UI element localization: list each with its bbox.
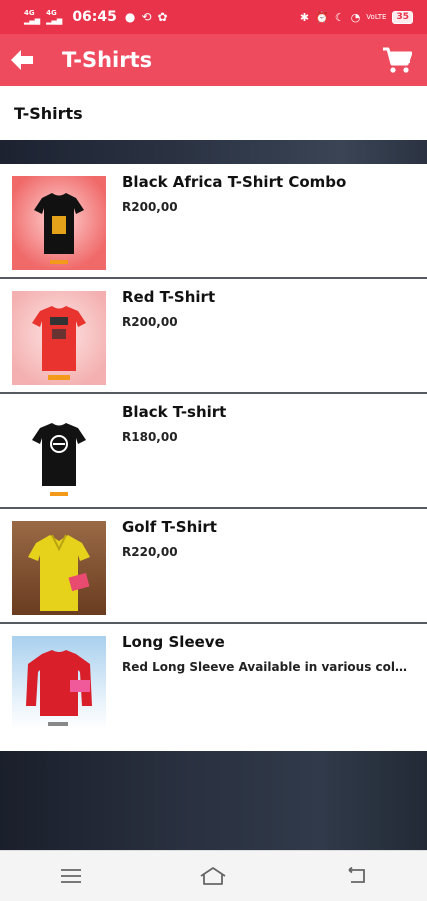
back-nav-button[interactable] bbox=[326, 851, 386, 901]
product-name: Golf T-Shirt bbox=[122, 518, 217, 536]
footer-banner bbox=[0, 751, 427, 850]
category-header: T-Shirts bbox=[0, 86, 427, 140]
tshirt-icon bbox=[34, 193, 84, 264]
product-info: Long Sleeve Red Long Sleeve Available in… bbox=[122, 633, 427, 741]
product-list: Black Africa T-Shirt Combo R200,00 Red T… bbox=[0, 164, 427, 741]
menu-button[interactable] bbox=[41, 851, 101, 901]
battery-icon: 35 bbox=[392, 10, 413, 24]
product-item[interactable]: Red T-Shirt R200,00 bbox=[0, 279, 427, 394]
app-toolbar: T-Shirts bbox=[0, 34, 427, 86]
tshirt-icon bbox=[32, 423, 86, 496]
signal-indicator-2: 4G ▂▄▆ bbox=[46, 9, 63, 25]
moon-icon: ☾ bbox=[334, 10, 345, 24]
status-bar: 4G ▂▄▆ 4G ▂▄▆ 06:45 ● ⟲ ✿ ✱ ⏰ ☾ ◔ VoLTE 35 bbox=[0, 0, 427, 34]
notification-icon: ● bbox=[124, 10, 136, 24]
product-item[interactable]: Golf T-Shirt R220,00 bbox=[0, 509, 427, 624]
arrow-left-icon bbox=[11, 50, 33, 70]
product-info: Golf T-Shirt R220,00 bbox=[122, 518, 427, 622]
product-description: Red Long Sleeve Available in various col… bbox=[122, 660, 426, 674]
system-nav-bar bbox=[0, 850, 427, 901]
product-image bbox=[12, 521, 106, 615]
product-image bbox=[12, 406, 106, 500]
product-name: Red T-Shirt bbox=[122, 288, 216, 306]
home-icon bbox=[200, 867, 226, 885]
header-banner bbox=[0, 140, 427, 164]
product-name: Black Africa T-Shirt Combo bbox=[122, 173, 347, 191]
product-price: R200,00 bbox=[122, 200, 178, 214]
cart-icon bbox=[383, 47, 412, 73]
wifi-icon: ◔ bbox=[350, 10, 361, 24]
clock: 06:45 bbox=[72, 9, 117, 25]
product-image bbox=[12, 636, 106, 730]
product-info: Black Africa T-Shirt Combo R200,00 bbox=[122, 173, 427, 277]
app-icon: ✿ bbox=[157, 10, 168, 24]
polo-shirt-icon bbox=[28, 534, 90, 611]
cart-button[interactable] bbox=[375, 34, 419, 86]
sync-icon: ⟲ bbox=[141, 10, 152, 24]
product-price: R200,00 bbox=[122, 315, 178, 329]
category-title: T-Shirts bbox=[14, 103, 83, 123]
page-title: T-Shirts bbox=[62, 48, 153, 72]
product-info: Red T-Shirt R200,00 bbox=[122, 288, 427, 392]
product-name: Long Sleeve bbox=[122, 633, 225, 651]
signal-indicator-1: 4G ▂▄▆ bbox=[24, 9, 41, 25]
product-info: Black T-shirt R180,00 bbox=[122, 403, 427, 507]
product-item[interactable]: Black Africa T-Shirt Combo R200,00 bbox=[0, 164, 427, 279]
product-item[interactable]: Long Sleeve Red Long Sleeve Available in… bbox=[0, 624, 427, 741]
product-price: R180,00 bbox=[122, 430, 178, 444]
product-image bbox=[12, 291, 106, 385]
product-price: R220,00 bbox=[122, 545, 178, 559]
back-nav-icon bbox=[348, 867, 365, 883]
product-name: Black T-shirt bbox=[122, 403, 227, 421]
back-button[interactable] bbox=[0, 34, 44, 86]
tshirt-icon bbox=[32, 306, 86, 380]
alarm-icon: ⏰ bbox=[315, 10, 329, 24]
network-label: VoLTE bbox=[366, 13, 387, 21]
product-item[interactable]: Black T-shirt R180,00 bbox=[0, 394, 427, 509]
menu-icon bbox=[61, 869, 82, 883]
home-button[interactable] bbox=[183, 851, 243, 901]
sweater-icon bbox=[26, 650, 92, 726]
status-right: ✱ ⏰ ☾ ◔ VoLTE 35 bbox=[299, 10, 413, 24]
bluetooth-icon: ✱ bbox=[299, 10, 310, 24]
product-image bbox=[12, 176, 106, 270]
